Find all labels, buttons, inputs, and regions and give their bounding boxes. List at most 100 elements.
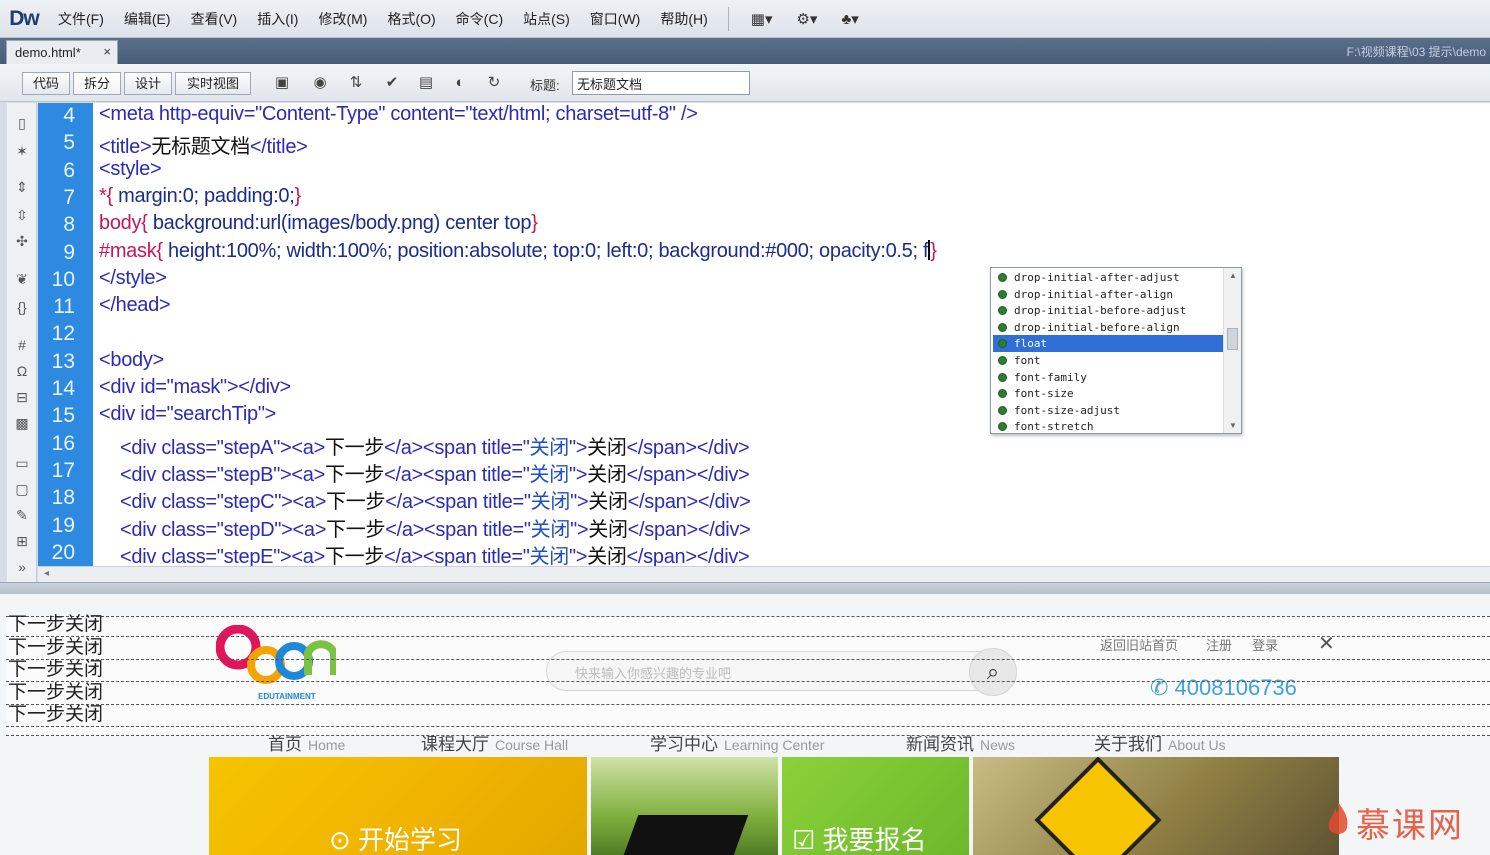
- banner-tile-start[interactable]: ⊙ 开始学习: [209, 757, 587, 855]
- collapse-full-tag-icon[interactable]: ⇕: [11, 177, 33, 197]
- code-hint-label: font-size: [1014, 387, 1074, 401]
- code-hint-popup[interactable]: drop-initial-after-adjust drop-initial-af…: [990, 267, 1242, 434]
- collapse-tag-icon[interactable]: ✶: [11, 141, 33, 161]
- code-hint-item[interactable]: drop-initial-after-adjust: [993, 269, 1223, 286]
- recent-snippets-icon[interactable]: ⊞: [11, 531, 33, 551]
- flame-logo-icon: [1328, 802, 1348, 834]
- document-tab[interactable]: demo.html* ×: [6, 40, 118, 64]
- wrap-tag-icon[interactable]: ✎: [11, 505, 33, 525]
- collapse-selection-icon[interactable]: ⇳: [11, 205, 33, 225]
- code-token: </a><span title=": [385, 518, 531, 541]
- code-hint-item[interactable]: font-family: [993, 369, 1223, 386]
- search-tip-step[interactable]: 下一步关闭: [8, 637, 103, 657]
- visual-aids-icon[interactable]: ◐: [448, 72, 472, 94]
- code-hint-item[interactable]: font-size: [993, 385, 1223, 402]
- syntax-error-icon[interactable]: ⊟: [11, 387, 33, 407]
- code-token: 关闭: [529, 436, 570, 459]
- highlight-invalid-icon[interactable]: Ω: [11, 361, 33, 381]
- code-line: <style>: [99, 158, 162, 181]
- menu-item[interactable]: 格式(O): [377, 0, 445, 38]
- nav-item[interactable]: 首页 Home: [268, 730, 345, 755]
- file-management-icon[interactable]: ⇅: [344, 72, 368, 94]
- horizontal-scrollbar[interactable]: ◂: [38, 566, 1490, 582]
- code-view-button[interactable]: 代码: [22, 72, 70, 95]
- code-token: ">: [568, 463, 588, 486]
- site-search-box[interactable]: 快来输入你感兴趣的专业吧 ⌕: [546, 648, 1017, 696]
- layout-icon[interactable]: ▦▾: [739, 10, 785, 28]
- line-numbers-icon[interactable]: #: [11, 335, 33, 355]
- line-number: 15: [51, 404, 75, 428]
- apply-comment-icon[interactable]: ▭: [11, 453, 33, 473]
- live-view-button[interactable]: 实时视图: [175, 72, 251, 95]
- word-wrap-icon[interactable]: ▩: [11, 413, 33, 433]
- nav-item-english: About Us: [1168, 737, 1226, 753]
- document-toolbar: 代码 拆分 设计 实时视图 ▣ ◉ ⇅ ✔ ▤ ◐ ↻ 标题:: [0, 64, 1490, 102]
- search-tip-step[interactable]: 下一步关闭: [8, 705, 103, 724]
- code-editor[interactable]: <meta http-equiv="Content-Type" content=…: [93, 103, 1490, 568]
- remove-comment-icon[interactable]: ▢: [11, 479, 33, 499]
- menu-item[interactable]: 编辑(E): [114, 0, 181, 38]
- multiscreen-icon[interactable]: ▣: [270, 72, 294, 94]
- split-divider[interactable]: [0, 582, 1490, 594]
- line-number: 18: [51, 486, 75, 510]
- login-link[interactable]: 登录: [1252, 635, 1278, 654]
- search-icon[interactable]: ⌕: [969, 648, 1017, 696]
- scroll-down-icon[interactable]: ▼: [1229, 421, 1237, 430]
- nav-item[interactable]: 新闻资讯 News: [906, 730, 1015, 755]
- back-to-old-site-link[interactable]: 返回旧站首页: [1100, 635, 1178, 654]
- css-property-icon: [998, 422, 1007, 432]
- expand-all-icon[interactable]: ✣: [11, 231, 33, 251]
- menu-item[interactable]: 帮助(H): [650, 0, 717, 38]
- search-tip-step[interactable]: 下一步关闭: [8, 615, 103, 634]
- banner-tile-graduation[interactable]: [591, 757, 778, 855]
- banner-tile-enroll[interactable]: ☑ 我要报名: [782, 757, 969, 855]
- menu-item[interactable]: 修改(M): [308, 0, 377, 38]
- menu-item[interactable]: 插入(I): [247, 0, 308, 38]
- w3c-validation-icon[interactable]: ✔: [380, 72, 404, 94]
- design-view-button[interactable]: 设计: [124, 72, 172, 95]
- select-parent-tag-icon[interactable]: ❦: [11, 269, 33, 289]
- nav-item[interactable]: 关于我们 About Us: [1094, 730, 1226, 755]
- code-token: *{: [99, 184, 119, 207]
- menu-item[interactable]: 站点(S): [513, 0, 580, 38]
- menu-item[interactable]: 查看(V): [181, 0, 248, 38]
- close-tab-icon[interactable]: ×: [103, 44, 111, 59]
- code-token: 无标题文档: [151, 136, 250, 159]
- scroll-up-icon[interactable]: ▲: [1229, 271, 1237, 280]
- code-hint-item[interactable]: drop-initial-before-align: [993, 319, 1223, 336]
- page-header-preview: EDUTAINMENT 快来输入你感兴趣的专业吧 ⌕ 返回旧站首页 注册 登录 …: [6, 616, 1490, 754]
- code-line: <div class="stepB"><a>下一步</a><span title…: [99, 458, 750, 487]
- code-hint-scrollbar[interactable]: ▲ ▼: [1223, 268, 1241, 433]
- menu-item[interactable]: 窗口(W): [580, 0, 651, 38]
- more-tools-icon[interactable]: »: [11, 557, 33, 577]
- nav-item[interactable]: 学习中心 Learning Center: [650, 730, 824, 755]
- code-hint-label: font-family: [1014, 370, 1087, 384]
- code-hint-item[interactable]: drop-initial-after-align: [993, 286, 1223, 303]
- search-tip-step[interactable]: 下一步关闭: [8, 660, 103, 679]
- refresh-icon[interactable]: ↻: [482, 72, 506, 94]
- title-field[interactable]: [572, 71, 750, 95]
- gear-icon[interactable]: ⚙▾: [784, 10, 829, 28]
- split-view-button[interactable]: 拆分: [73, 72, 121, 95]
- search-tip-step[interactable]: 下一步关闭: [8, 682, 103, 702]
- check-browser-icon[interactable]: ▤: [414, 72, 438, 94]
- pin-icon[interactable]: ✕: [1318, 631, 1335, 656]
- open-documents-icon[interactable]: ▯: [11, 113, 33, 133]
- menu-item[interactable]: 文件(F): [48, 0, 114, 38]
- site-icon[interactable]: ♣▾: [829, 10, 870, 28]
- code-token: 关闭: [588, 518, 628, 541]
- scroll-left-icon[interactable]: ◂: [44, 568, 49, 579]
- code-hint-item[interactable]: font: [993, 352, 1223, 369]
- preview-browser-icon[interactable]: ◉: [308, 72, 332, 94]
- design-view: EDUTAINMENT 快来输入你感兴趣的专业吧 ⌕ 返回旧站首页 注册 登录 …: [0, 594, 1490, 855]
- scroll-thumb[interactable]: [1227, 328, 1238, 350]
- register-link[interactable]: 注册: [1206, 635, 1232, 654]
- code-hint-item[interactable]: drop-initial-before-adjust: [993, 302, 1223, 319]
- balance-braces-icon[interactable]: {}: [11, 297, 33, 317]
- menu-item[interactable]: 命令(C): [446, 0, 513, 38]
- nav-item[interactable]: 课程大厅 Course Hall: [421, 730, 568, 755]
- code-hint-item[interactable]: font-stretch: [993, 418, 1223, 435]
- banner-tile-road-sign[interactable]: [973, 757, 1339, 855]
- code-hint-item[interactable]: float: [993, 335, 1223, 353]
- code-hint-item[interactable]: font-size-adjust: [993, 402, 1223, 419]
